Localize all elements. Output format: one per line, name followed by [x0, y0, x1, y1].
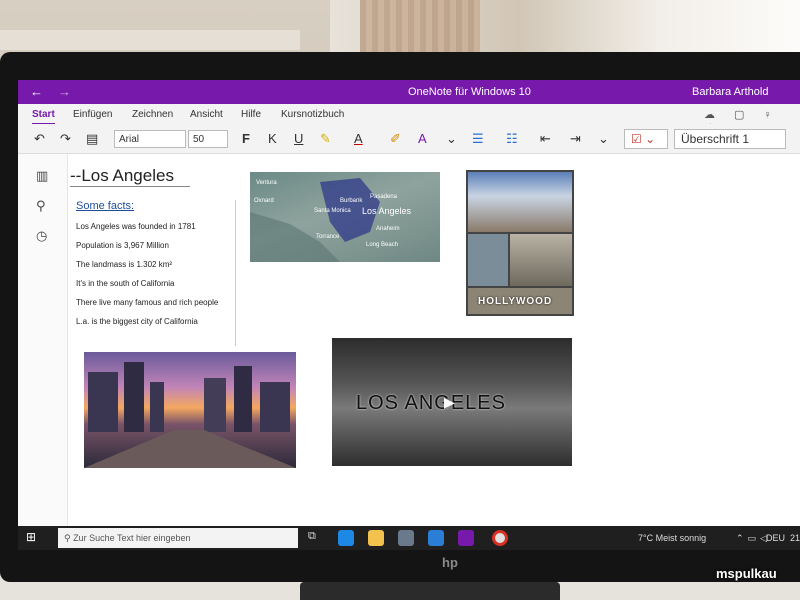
collage-image[interactable]: HOLLYWOOD [466, 170, 574, 316]
map-label: Anaheim [376, 226, 400, 232]
forward-arrow-icon[interactable]: → [58, 84, 71, 99]
map-label: Santa Monica [314, 208, 351, 214]
windows-start-icon[interactable]: ⊞ [26, 530, 36, 544]
language-indicator[interactable]: DEU [766, 533, 785, 543]
tab-ansicht[interactable]: Ansicht [190, 109, 223, 120]
windows-taskbar: ⊞ ⚲ Zur Suche Text hier eingeben ⧉ 7°C M… [18, 526, 800, 550]
screen: ← → OneNote für Windows 10 Barbara Artho… [18, 80, 800, 550]
edge-icon[interactable] [338, 530, 354, 546]
chrome-icon[interactable] [492, 530, 508, 546]
clock[interactable]: 21:0 [790, 533, 800, 543]
fact-item: Los Angeles was founded in 1781 [76, 222, 196, 231]
hp-logo: hp [442, 555, 458, 570]
task-view-icon[interactable]: ⧉ [308, 530, 324, 546]
play-icon[interactable]: ▶ [444, 394, 455, 411]
tab-hilfe[interactable]: Hilfe [241, 109, 261, 120]
numbered-list-icon[interactable]: ☷ [506, 131, 518, 147]
bold-button[interactable]: F [242, 131, 250, 146]
window-title: OneNote für Windows 10 [408, 86, 531, 98]
user-name[interactable]: Barbara Arthold [692, 86, 768, 98]
ribbon-tabs: Start Einfügen Zeichnen Ansicht Hilfe Ku… [18, 104, 800, 133]
watermark: mspulkau [716, 566, 777, 581]
facts-block[interactable]: Some facts: Los Angeles was founded in 1… [76, 200, 236, 346]
todo-tag-select[interactable]: ☑ ⌄ [624, 129, 668, 149]
hollywood-sign: HOLLYWOOD [478, 296, 553, 307]
indent-icon[interactable]: ⇥ [570, 131, 581, 147]
left-navigation: ▥ ⚲ ◷ [18, 154, 68, 534]
tab-einfuegen[interactable]: Einfügen [73, 109, 112, 120]
more-list-chevron-icon[interactable]: ⌄ [598, 131, 609, 147]
store-icon[interactable] [398, 530, 414, 546]
facts-heading: Some facts: [76, 200, 135, 212]
bullet-list-icon[interactable]: ☰ [472, 131, 484, 147]
room-shelf [0, 30, 300, 50]
video-title: LOS ANGELES [356, 392, 506, 414]
notebooks-icon[interactable]: ▥ [36, 168, 48, 184]
font-family-select[interactable]: Arial [114, 130, 186, 148]
clear-format-icon[interactable]: A [418, 131, 427, 146]
mail-icon[interactable] [428, 530, 444, 546]
redo-icon[interactable]: ↷ [60, 131, 71, 147]
tab-kursnotizbuch[interactable]: Kursnotizbuch [281, 109, 344, 120]
outdent-icon[interactable]: ⇤ [540, 131, 551, 147]
checkbox-icon: ☑ [631, 132, 642, 146]
video-thumbnail[interactable]: LOS ANGELES ▶ [332, 338, 572, 466]
taskbar-search-input[interactable]: ⚲ Zur Suche Text hier eingeben [58, 528, 298, 548]
underline-button[interactable]: U [294, 131, 303, 146]
skyline-image[interactable] [84, 352, 296, 468]
tab-zeichnen[interactable]: Zeichnen [132, 109, 173, 120]
collage-tile [468, 234, 508, 286]
title-bar: ← → OneNote für Windows 10 Barbara Artho… [18, 80, 800, 104]
taskbar-search-placeholder: Zur Suche Text hier eingeben [73, 533, 191, 543]
font-size-select[interactable]: 50 [188, 130, 228, 148]
map-label: Burbank [340, 198, 363, 204]
tab-start[interactable]: Start [32, 109, 55, 125]
highlight-icon[interactable]: ✎ [320, 131, 331, 147]
collage-observatory-tile [510, 234, 572, 286]
undo-icon[interactable]: ↶ [34, 131, 45, 147]
page-title[interactable]: --Los Angeles [70, 166, 190, 187]
map-label: Ventura [256, 180, 277, 186]
fact-item: Population is 3,967 Million [76, 241, 169, 250]
fact-item: L.a. is the biggest city of California [76, 317, 198, 326]
map-label: Long Beach [366, 242, 399, 248]
map-shapes [250, 178, 380, 262]
map-label: Los Angeles [362, 206, 412, 216]
fact-item: It's in the south of California [76, 279, 175, 288]
map-image[interactable]: Ventura Oxnard Burbank Pasadena Santa Mo… [250, 172, 440, 262]
room-curtain [360, 0, 480, 60]
clipboard-icon[interactable]: ▤ [86, 131, 98, 147]
fact-item: There live many famous and rich people [76, 298, 219, 307]
weather-widget[interactable]: 7°C Meist sonnig [638, 533, 706, 543]
more-format-chevron-icon[interactable]: ⌄ [446, 131, 457, 147]
onenote-icon[interactable] [458, 530, 474, 546]
heading-style-select[interactable]: Überschrift 1 [674, 129, 786, 149]
monitor: ← → OneNote für Windows 10 Barbara Artho… [0, 52, 800, 582]
fact-item: The landmass is 1.302 km² [76, 260, 173, 269]
recent-clock-icon[interactable]: ◷ [36, 228, 47, 244]
map-label: Pasadena [370, 194, 398, 200]
font-color-icon[interactable]: A [354, 131, 363, 146]
todo-chevron-icon: ⌄ [645, 132, 656, 146]
skyline-shapes [84, 362, 296, 468]
italic-button[interactable]: K [268, 131, 277, 146]
monitor-stand [300, 582, 560, 600]
back-arrow-icon[interactable]: ← [30, 84, 43, 99]
map-label: Torrance [316, 234, 340, 240]
format-painter-icon[interactable]: ✐ [390, 131, 401, 147]
map-label: Oxnard [254, 198, 274, 204]
file-explorer-icon[interactable] [368, 530, 384, 546]
formatting-toolbar: ↶ ↷ ▤ Arial 50 F K U ✎ A ✐ A ⌄ ☰ ☷ ⇤ ⇥ ⌄… [18, 124, 800, 154]
collage-skyline-tile [468, 172, 572, 232]
search-icon: ⚲ [64, 533, 74, 543]
search-icon[interactable]: ⚲ [36, 198, 46, 214]
